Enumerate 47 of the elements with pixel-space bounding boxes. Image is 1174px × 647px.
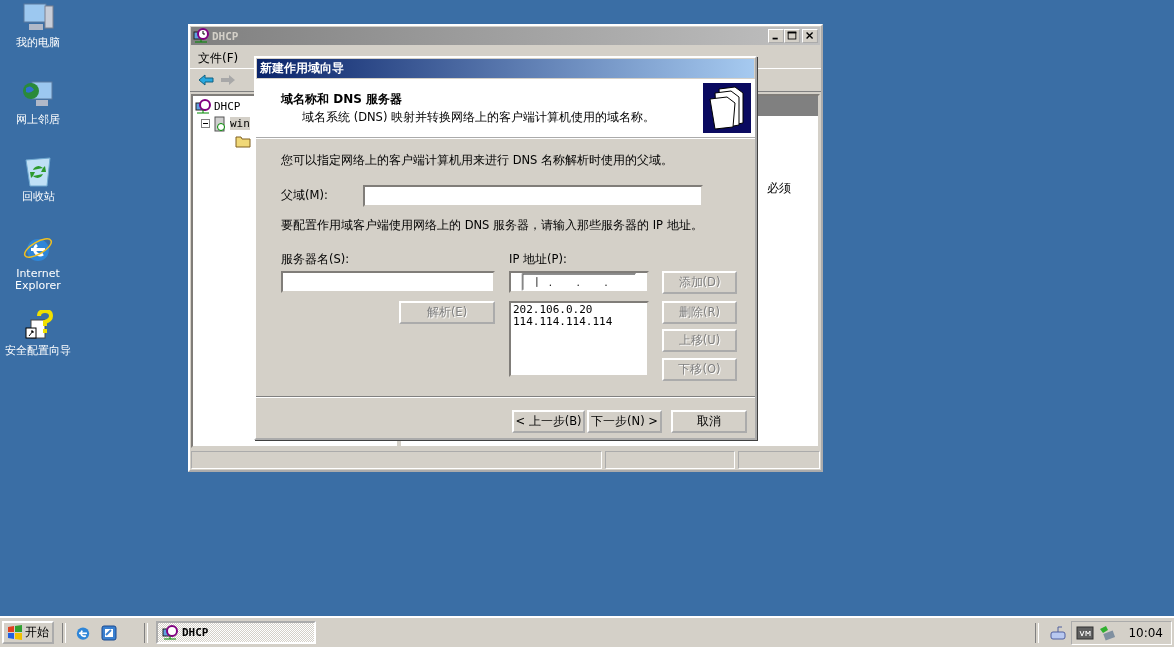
desktop-icon-label[interactable]: 回收站 [0, 191, 76, 203]
maximize-button[interactable] [784, 29, 800, 43]
clock: 10:04 [1128, 625, 1163, 640]
dialog-title: 新建作用域向导 [260, 60, 344, 77]
field-label: IP 地址(P): [509, 252, 567, 267]
folder-icon [235, 133, 251, 148]
back-button[interactable]: < 上一步(B) [512, 410, 585, 433]
tree-item[interactable]: DHCP [214, 100, 241, 113]
description-text: 必须 [767, 180, 791, 197]
desktop-icon-label[interactable]: Internet Explorer [0, 268, 76, 292]
wizard-icon[interactable] [23, 310, 53, 342]
recycle-bin-icon[interactable] [23, 156, 53, 188]
server-name-field[interactable] [281, 271, 495, 293]
keyboard-icon[interactable] [1049, 624, 1068, 641]
windows-logo-icon [7, 625, 23, 640]
cancel-button[interactable]: 取消 [671, 410, 747, 433]
back-arrow-icon[interactable] [198, 73, 214, 87]
menu-item[interactable]: 文件(F) [198, 49, 239, 67]
vm-icon[interactable] [1076, 624, 1095, 641]
dhcp-icon [195, 98, 211, 115]
field-label: 父域(M): [281, 188, 328, 203]
ip-address-field[interactable] [509, 271, 649, 293]
expander-icon[interactable] [201, 119, 210, 128]
taskbar-button[interactable]: DHCP [156, 621, 316, 644]
instruction-text: 要配置作用域客户端使用网络上的 DNS 服务器，请输入那些服务器的 IP 地址。 [281, 218, 703, 233]
ip-address-list[interactable]: 202.106.0.20 114.114.114.114 [509, 301, 649, 377]
list-item[interactable]: 202.106.0.20 [513, 304, 645, 316]
desktop-icon-label[interactable]: 我的电脑 [0, 37, 76, 49]
minimize-button[interactable] [768, 29, 784, 43]
page-subheading: 域名系统 (DNS) 映射并转换网络上的客户端计算机使用的域名称。 [301, 110, 656, 125]
window-title: DHCP [212, 29, 240, 43]
show-desktop-icon[interactable] [100, 623, 118, 642]
server-icon [213, 115, 227, 132]
tree-item[interactable]: win [230, 117, 250, 130]
next-button[interactable]: 下一步(N) > [587, 410, 662, 433]
list-item[interactable]: 114.114.114.114 [513, 316, 645, 328]
intro-text: 您可以指定网络上的客户端计算机用来进行 DNS 名称解析时使用的父域。 [281, 153, 674, 168]
dhcp-icon [193, 28, 209, 44]
desktop-icon-label[interactable]: 网上邻居 [0, 114, 76, 126]
parent-domain-field[interactable] [363, 185, 703, 207]
dhcp-icon [162, 624, 178, 641]
start-button[interactable]: 开始 [2, 621, 54, 644]
close-button[interactable] [802, 29, 818, 43]
field-label: 服务器名(S): [281, 252, 350, 267]
folders-icon [703, 83, 751, 133]
desktop-icon-label[interactable]: 安全配置向导 [0, 345, 76, 357]
page-heading: 域名称和 DNS 服务器 [281, 91, 403, 108]
